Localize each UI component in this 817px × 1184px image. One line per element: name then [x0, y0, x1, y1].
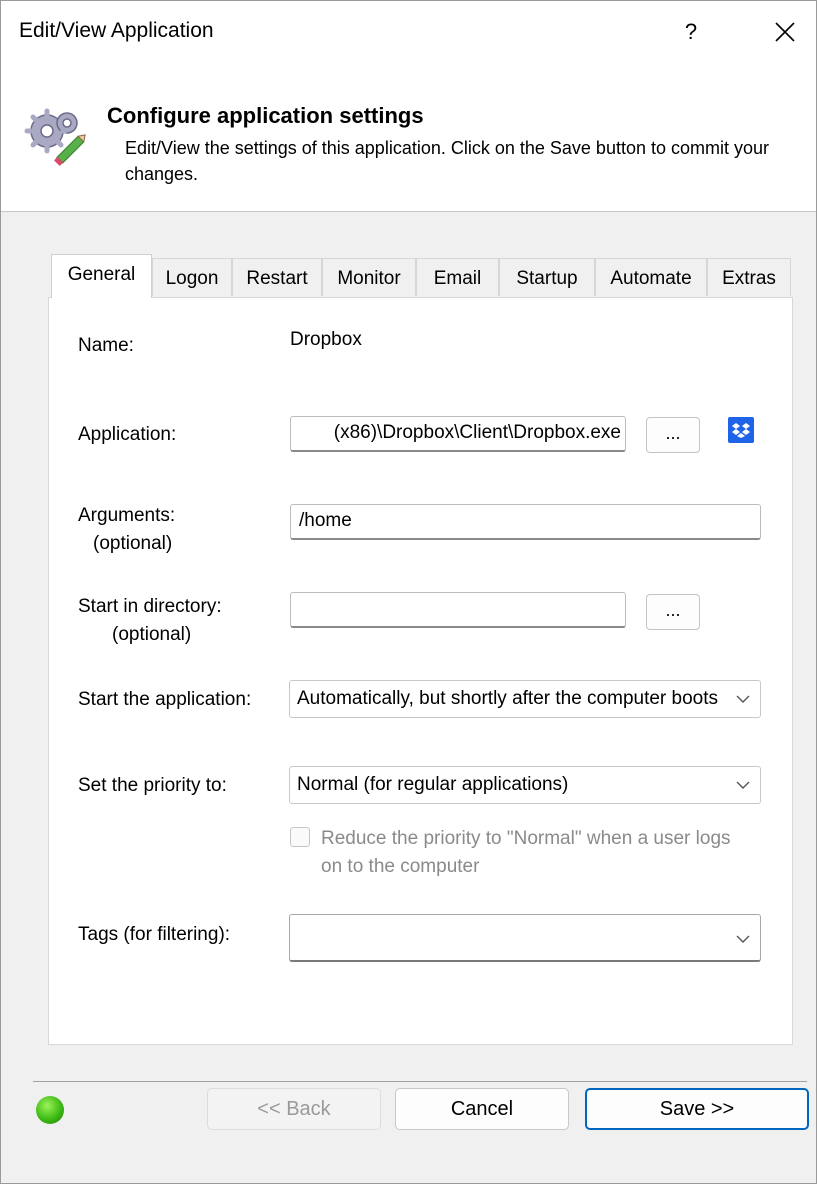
- tab-restart[interactable]: Restart: [232, 258, 322, 296]
- tab-email[interactable]: Email: [416, 258, 499, 296]
- title-bar: Edit/View Application ?: [1, 1, 816, 61]
- tab-extras[interactable]: Extras: [707, 258, 791, 296]
- application-path-value: (x86)\Dropbox\Client\Dropbox.exe: [333, 422, 621, 443]
- start-directory-field[interactable]: [290, 592, 626, 628]
- name-value: Dropbox: [290, 329, 362, 350]
- tab-general[interactable]: General: [51, 254, 152, 298]
- name-label: Name:: [78, 335, 134, 356]
- dropbox-icon: [728, 417, 754, 443]
- chevron-down-icon: [736, 695, 750, 703]
- start-directory-label: Start in directory:: [78, 596, 222, 617]
- priority-label: Set the priority to:: [78, 775, 227, 796]
- reduce-priority-label: Reduce the priority to "Normal" when a u…: [321, 828, 731, 877]
- priority-select[interactable]: Normal (for regular applications): [289, 766, 761, 804]
- tab-monitor[interactable]: Monitor: [322, 258, 416, 296]
- reduce-priority-checkbox[interactable]: [290, 827, 310, 847]
- start-application-value: Automatically, but shortly after the com…: [297, 688, 719, 709]
- start-application-select[interactable]: Automatically, but shortly after the com…: [289, 680, 761, 718]
- back-button[interactable]: << Back: [207, 1088, 381, 1130]
- start-application-label: Start the application:: [78, 689, 252, 710]
- dialog-window: Edit/View Application ? Configure applic…: [0, 0, 817, 1184]
- header-title: Configure application settings: [107, 103, 424, 128]
- priority-value: Normal (for regular applications): [297, 774, 569, 795]
- application-label: Application:: [78, 424, 177, 445]
- tab-startup[interactable]: Startup: [499, 258, 595, 296]
- dialog-header: Configure application settings Edit/View…: [1, 61, 816, 212]
- header-description: Edit/View the settings of this applicati…: [125, 138, 770, 184]
- save-button[interactable]: Save >>: [585, 1088, 809, 1130]
- start-directory-optional-label: (optional): [112, 624, 192, 645]
- window-title: Edit/View Application: [19, 19, 214, 42]
- footer-separator: [33, 1081, 807, 1082]
- close-button[interactable]: [767, 15, 803, 49]
- settings-gears-icon: [24, 108, 86, 166]
- chevron-down-icon: [736, 935, 750, 943]
- close-icon: [775, 22, 795, 42]
- tags-combobox[interactable]: [289, 914, 761, 962]
- browse-directory-button[interactable]: ...: [646, 594, 700, 630]
- tags-label: Tags (for filtering):: [78, 924, 231, 945]
- help-button[interactable]: ?: [676, 15, 706, 49]
- tab-logon[interactable]: Logon: [152, 258, 232, 296]
- arguments-label: Arguments:: [78, 505, 176, 526]
- cancel-button[interactable]: Cancel: [395, 1088, 569, 1130]
- arguments-optional-label: (optional): [93, 533, 173, 554]
- status-indicator-icon: [36, 1096, 64, 1124]
- arguments-field[interactable]: /home: [290, 504, 761, 540]
- application-path-field[interactable]: (x86)\Dropbox\Client\Dropbox.exe: [290, 416, 626, 452]
- browse-application-button[interactable]: ...: [646, 417, 700, 453]
- chevron-down-icon: [736, 781, 750, 789]
- tab-automate[interactable]: Automate: [595, 258, 707, 296]
